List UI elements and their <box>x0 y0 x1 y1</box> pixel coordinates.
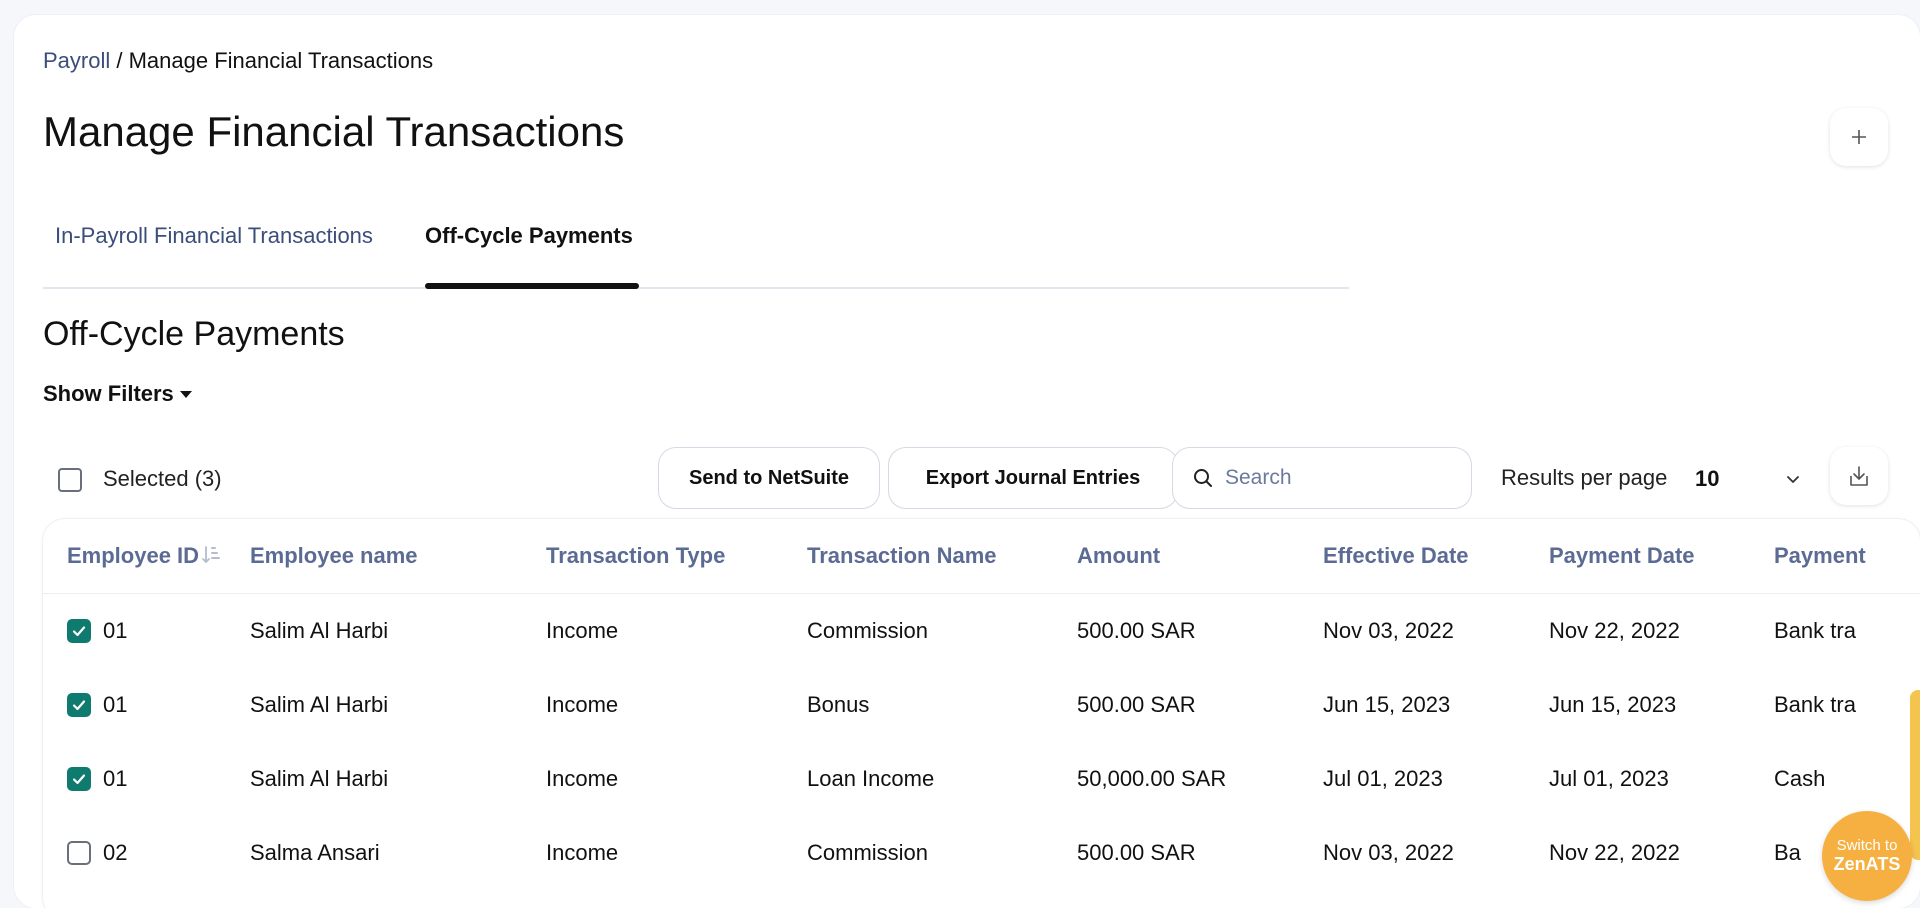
employee-name: Salim Al Harbi <box>250 766 389 791</box>
switch-to-zenats-button[interactable]: Switch to ZenATS <box>1822 811 1912 901</box>
table-row[interactable]: 01 Salim Al Harbi Income Loan Income 50,… <box>43 742 1920 816</box>
caret-down-icon <box>179 390 192 398</box>
search-icon <box>1194 469 1212 487</box>
switch-badge-line2: ZenATS <box>1833 854 1901 874</box>
payment-date: Nov 22, 2022 <box>1549 840 1680 865</box>
sort-icon[interactable] <box>201 544 223 566</box>
page-title: Manage Financial Transactions <box>43 108 625 155</box>
send-to-netsuite-button[interactable]: Send to NetSuite <box>658 447 880 509</box>
column-header-employee-name[interactable]: Employee name <box>250 519 546 594</box>
payment-method: Cash <box>1774 766 1826 791</box>
payment-method: Bank tra <box>1774 692 1856 717</box>
employee-id: 01 <box>103 766 128 791</box>
transaction-type: Income <box>546 692 619 717</box>
payment-method: Bank tra <box>1774 618 1856 643</box>
breadcrumb-current: Manage Financial Transactions <box>128 48 434 73</box>
transaction-type: Income <box>546 618 619 643</box>
employee-name: Salma Ansari <box>250 840 380 865</box>
export-journal-entries-button[interactable]: Export Journal Entries <box>888 447 1178 509</box>
amount: 500.00 SAR <box>1077 618 1196 643</box>
employee-id: 02 <box>103 840 128 865</box>
column-header-transaction-type[interactable]: Transaction Type <box>546 519 807 594</box>
payment-date: Jun 15, 2023 <box>1549 692 1677 717</box>
table-row[interactable]: 01 Salim Al Harbi Income Commission 500.… <box>43 594 1920 669</box>
effective-date: Nov 03, 2022 <box>1323 618 1454 643</box>
effective-date: Jun 15, 2023 <box>1323 692 1451 717</box>
tab-off-cycle[interactable]: Off-Cycle Payments <box>425 223 633 249</box>
transactions-table: Employee ID Employee name Transaction Ty… <box>43 519 1920 908</box>
select-all-checkbox[interactable] <box>58 468 82 492</box>
download-button[interactable] <box>1830 447 1888 505</box>
plus-icon <box>1852 130 1866 144</box>
effective-date: Jul 01, 2023 <box>1323 766 1443 791</box>
employee-name: Salim Al Harbi <box>250 692 389 717</box>
column-header-amount[interactable]: Amount <box>1077 519 1323 594</box>
breadcrumb-payroll-link[interactable]: Payroll <box>43 48 110 73</box>
transaction-name: Commission <box>807 840 929 865</box>
switch-badge-line1: Switch to <box>1836 837 1898 854</box>
add-transaction-button[interactable] <box>1830 108 1888 166</box>
row-checkbox[interactable] <box>67 841 91 865</box>
effective-date: Nov 03, 2022 <box>1323 840 1454 865</box>
employee-id: 01 <box>103 618 128 643</box>
tab-in-payroll[interactable]: In-Payroll Financial Transactions <box>55 223 373 249</box>
row-checkbox[interactable] <box>67 693 91 717</box>
side-panel-tab[interactable] <box>1910 690 1920 860</box>
transaction-name: Commission <box>807 618 929 643</box>
download-icon <box>1850 466 1868 486</box>
breadcrumb: Payroll / Manage Financial Transactions <box>43 48 433 74</box>
employee-name: Salim Al Harbi <box>250 618 389 643</box>
column-header-effective-date[interactable]: Effective Date <box>1323 519 1549 594</box>
search-input[interactable] <box>1223 465 1447 491</box>
results-per-page-select[interactable]: 10 <box>1695 466 1719 492</box>
checkmark-icon <box>72 626 86 637</box>
table-toolbar: Selected (3) Send to NetSuite Export Jou… <box>14 447 1920 511</box>
column-header-payment-date[interactable]: Payment Date <box>1549 519 1774 594</box>
transaction-name: Loan Income <box>807 766 935 791</box>
active-tab-indicator <box>425 283 639 289</box>
checkmark-icon <box>72 774 86 785</box>
payment-date: Nov 22, 2022 <box>1549 618 1680 643</box>
row-checkbox[interactable] <box>67 767 91 791</box>
chevron-down-icon[interactable] <box>1785 471 1801 487</box>
section-title: Off-Cycle Payments <box>43 315 345 353</box>
breadcrumb-separator: / <box>110 48 129 73</box>
row-checkbox[interactable] <box>67 619 91 643</box>
amount: 500.00 SAR <box>1077 840 1196 865</box>
main-card: Payroll / Manage Financial Transactions … <box>14 15 1920 908</box>
tab-bar: In-Payroll Financial Transactions Off-Cy… <box>43 205 1349 289</box>
column-header-payment-method[interactable]: Payment <box>1774 519 1920 594</box>
transaction-type: Income <box>546 766 619 791</box>
column-header-transaction-name[interactable]: Transaction Name <box>807 519 1077 594</box>
selected-count: Selected (3) <box>103 466 222 491</box>
search-box <box>1172 447 1472 509</box>
results-per-page-label: Results per page <box>1501 465 1668 490</box>
transaction-type: Income <box>546 840 619 865</box>
show-filters-toggle[interactable]: Show Filters <box>43 381 192 407</box>
transaction-name: Bonus <box>807 692 870 717</box>
table-row[interactable]: 01 Salim Al Harbi Income Bonus 500.00 SA… <box>43 668 1920 742</box>
table-row[interactable]: 02 Salma Ansari Income Commission 500.00… <box>43 816 1920 890</box>
table-header-row: Employee ID Employee name Transaction Ty… <box>43 519 1920 594</box>
column-header-employee-id[interactable]: Employee ID <box>43 519 250 594</box>
amount: 50,000.00 SAR <box>1077 766 1227 791</box>
show-filters-label: Show Filters <box>43 381 174 406</box>
checkmark-icon <box>72 700 86 711</box>
amount: 500.00 SAR <box>1077 692 1196 717</box>
payment-date: Jul 01, 2023 <box>1549 766 1669 791</box>
employee-id: 01 <box>103 692 128 717</box>
